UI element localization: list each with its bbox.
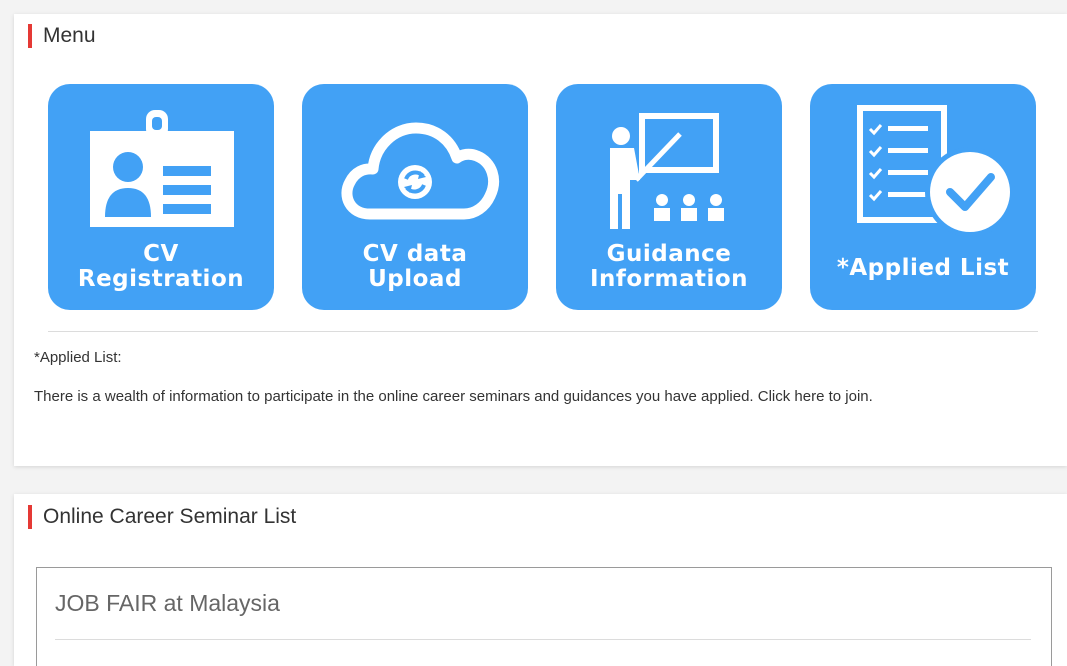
tile-label-line2: Registration — [77, 266, 245, 292]
applied-list-button[interactable]: *Applied List — [810, 84, 1036, 310]
tile-label-line1: Guidance — [606, 241, 732, 267]
heading-accent-bar — [28, 24, 32, 48]
seminar-heading: Online Career Seminar List — [28, 505, 296, 529]
tile-label-line1: CV data — [362, 241, 468, 267]
tile-label-line2: Information — [589, 266, 749, 292]
seminar-title: Online Career Seminar List — [43, 505, 297, 528]
guidance-information-button[interactable]: Guidance Information — [556, 84, 782, 310]
heading-accent-bar — [28, 505, 32, 529]
tile-label-line2: Upload — [368, 266, 462, 292]
menu-divider — [48, 331, 1038, 332]
menu-heading: Menu — [28, 24, 96, 48]
seminar-card: Online Career Seminar List JOB FAIR at M… — [14, 494, 1067, 666]
menu-card: Menu CV Registration CV data Upload Guid… — [14, 14, 1067, 466]
tile-label: *Applied List — [836, 255, 1010, 281]
applied-list-note-heading: *Applied List: — [34, 349, 122, 366]
cv-data-upload-button[interactable]: CV data Upload — [302, 84, 528, 310]
seminar-item[interactable]: JOB FAIR at Malaysia — [36, 567, 1052, 666]
seminar-item-title[interactable]: JOB FAIR at Malaysia — [55, 590, 280, 617]
applied-list-note-text: There is a wealth of information to part… — [34, 388, 873, 405]
menu-title: Menu — [43, 24, 96, 47]
tile-label-line1: CV — [143, 241, 179, 267]
cv-registration-button[interactable]: CV Registration — [48, 84, 274, 310]
seminar-item-divider — [55, 639, 1031, 640]
